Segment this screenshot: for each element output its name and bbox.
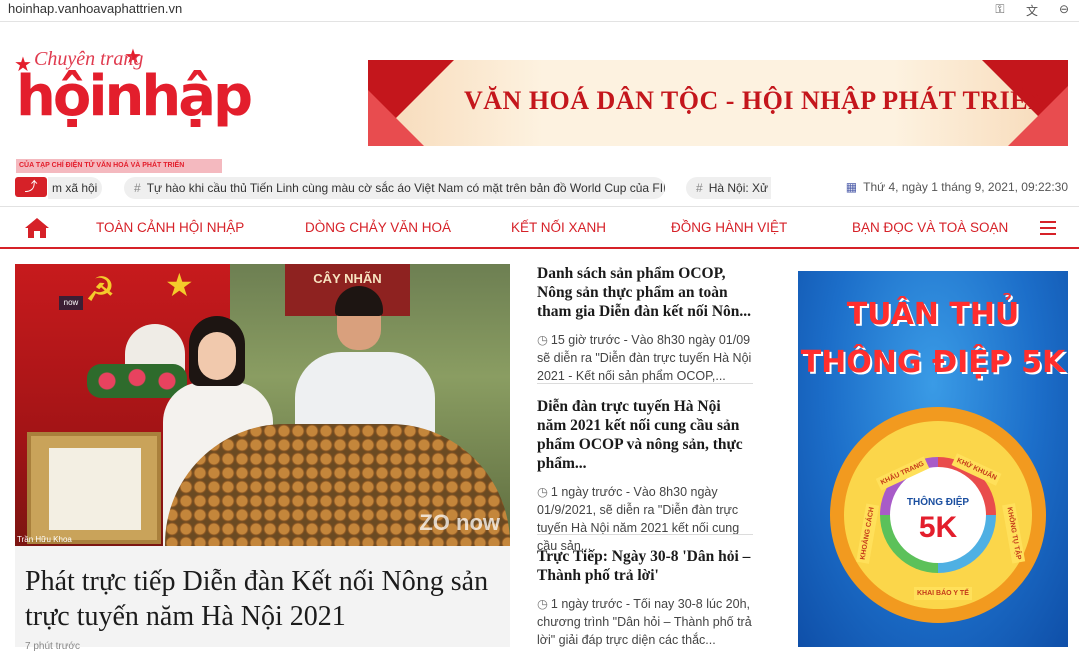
main-nav: TOÀN CẢNH HỘI NHẬP DÒNG CHẢY VĂN HOÁ KẾT… [0, 206, 1079, 249]
ticker-item[interactable]: # Hà Nội: Xử [686, 177, 771, 199]
clock-icon: ◷ [537, 485, 548, 499]
nav-item-ban-doc[interactable]: BẠN ĐỌC VÀ TOÀ SOẠN [852, 220, 1008, 235]
translate-icon[interactable]: 文 [1023, 2, 1041, 19]
news-excerpt: ◷ 15 giờ trước - Vào 8h30 ngày 01/09 sẽ d… [537, 331, 753, 385]
video-watermark: ZO now [419, 510, 500, 535]
banner-decoration [368, 90, 424, 146]
logo-main-text: hộinhập [16, 64, 253, 129]
side-ad-5k[interactable]: TUÂN THỦ THÔNG ĐIỆP 5K THÔNG ĐIỆP 5K KHẨ… [798, 271, 1068, 647]
ad-line-1: TUÂN THỦ [846, 297, 1020, 332]
nav-item-dong-chay[interactable]: DÒNG CHẢY VĂN HOÁ [305, 220, 451, 235]
news-title[interactable]: Danh sách sản phẩm OCOP, Nông sản thực p… [537, 264, 753, 321]
news-time: 1 ngày trước [550, 485, 623, 499]
star-icon: ★ [165, 267, 194, 303]
ticker-item-label: Tự hào khi cầu thủ Tiến Linh cùng màu cờ… [146, 181, 665, 195]
hammer-sickle-icon: ☭ [85, 271, 116, 309]
logo-subtitle: CỦA TẠP CHÍ ĐIỆN TỬ VĂN HOÁ VÀ PHÁT TRIỂ… [16, 159, 222, 173]
now-badge: now [59, 296, 83, 310]
ticker-item-label: m xã hội [52, 181, 98, 195]
news-title[interactable]: Diễn đàn trực tuyến Hà Nội năm 2021 kết … [537, 397, 753, 473]
ad-center-label: THÔNG ĐIỆP [906, 497, 970, 508]
featured-title[interactable]: Phát trực tiếp Diễn đàn Kết nối Nông sản… [25, 564, 505, 634]
nav-item-ket-noi-xanh[interactable]: KẾT NỐI XANH [511, 220, 606, 235]
ad-point: KHAI BÁO Y TẾ [914, 587, 972, 600]
news-excerpt: ◷ 1 ngày trước - Vào 8h30 ngày 01/9/2021,… [537, 483, 753, 555]
site-logo[interactable]: ★ ★ Chuyên trang hộinhập CỦA TẠP CHÍ ĐIỆ… [14, 44, 253, 173]
news-time: 15 giờ trước [550, 333, 621, 347]
news-excerpt: ◷ 1 ngày trước - Tối nay 30-8 lúc 20h, ch… [537, 595, 753, 649]
divider [537, 534, 753, 535]
news-item[interactable]: Diễn đàn trực tuyến Hà Nội năm 2021 kết … [537, 397, 753, 555]
ticker-item-label: Hà Nội: Xử [708, 181, 769, 195]
current-date: ▦ Thứ 4, ngày 1 tháng 9, 2021, 09:22:30 [846, 180, 1068, 194]
news-ticker: ⤴ m xã hội # Tự hào khi cầu thủ Tiến Linh… [0, 174, 1079, 200]
zoom-icon[interactable]: ⊖ [1055, 2, 1073, 19]
ad-center-5k: 5K [918, 511, 958, 544]
calendar-icon: ▦ [845, 180, 858, 194]
clock-icon: ◷ [537, 333, 548, 347]
ticker-item[interactable]: # Tự hào khi cầu thủ Tiến Linh cùng màu c… [124, 177, 665, 199]
nav-item-dong-hanh[interactable]: ĐỒNG HÀNH VIỆT [671, 220, 787, 235]
key-icon[interactable]: ⚿ [991, 2, 1009, 19]
certificate-frame [27, 432, 161, 544]
featured-title-box: Phát trực tiếp Diễn đàn Kết nối Nông sản… [15, 546, 510, 652]
hash-icon: # [134, 181, 141, 195]
photo-credit: Trần Hữu Khoa [17, 535, 72, 544]
browser-address-bar: hoinhap.vanhoavaphattrien.vn ⚿ 文 ⊖ [0, 0, 1079, 22]
clock-icon: ◷ [537, 597, 548, 611]
url-text[interactable]: hoinhap.vanhoavaphattrien.vn [8, 1, 182, 16]
ticker-item[interactable]: m xã hội [48, 177, 102, 199]
banner-text: VĂN HOÁ DÂN TỘC - HỘI NHẬP PHÁT TRIỂN [464, 86, 1048, 115]
hash-icon: # [696, 181, 703, 195]
divider [537, 383, 753, 384]
menu-icon[interactable] [1040, 221, 1056, 235]
news-title[interactable]: Trực Tiếp: Ngày 30-8 'Dân hỏi – Thành ph… [537, 547, 753, 585]
site-header: ★ ★ Chuyên trang hộinhập CỦA TẠP CHÍ ĐIỆ… [0, 38, 1079, 173]
trending-icon: ⤴ [15, 177, 47, 197]
current-date-text: Thứ 4, ngày 1 tháng 9, 2021, 09:22:30 [863, 180, 1068, 194]
news-time: 1 ngày trước [550, 597, 623, 611]
news-item[interactable]: Danh sách sản phẩm OCOP, Nông sản thực p… [537, 264, 753, 385]
news-item[interactable]: Trực Tiếp: Ngày 30-8 'Dân hỏi – Thành ph… [537, 547, 753, 649]
ad-line-2: THÔNG ĐIỆP 5K [800, 345, 1066, 380]
home-icon[interactable] [24, 216, 50, 240]
header-banner[interactable]: VĂN HOÁ DÂN TỘC - HỘI NHẬP PHÁT TRIỂN [368, 60, 1068, 146]
nav-item-toan-canh[interactable]: TOÀN CẢNH HỘI NHẬP [96, 220, 244, 235]
featured-video[interactable]: CÂY NHÃN ☭ ★ now ZO now Trần Hữu Khoa [15, 264, 510, 546]
